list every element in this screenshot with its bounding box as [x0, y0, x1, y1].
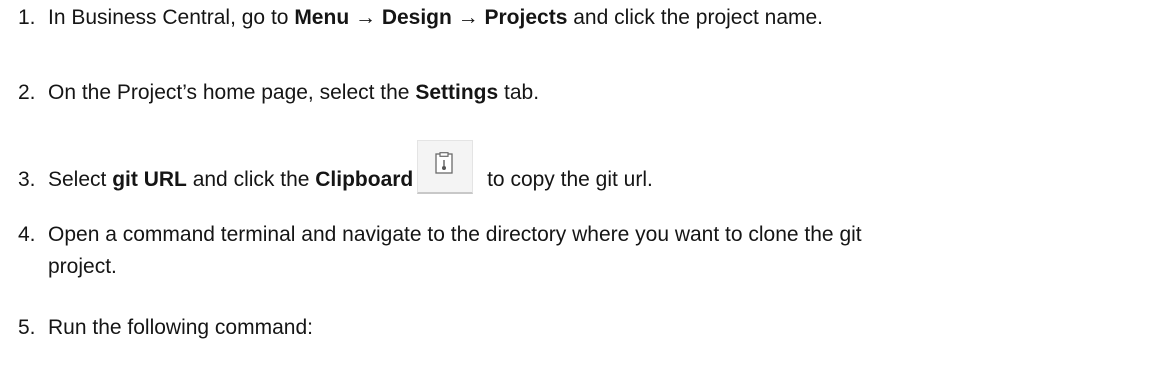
clipboard-button[interactable]: [417, 140, 474, 194]
step-text: Select: [48, 168, 113, 191]
step-2: 2. On the Project’s home page, select the…: [18, 77, 1138, 109]
step-number: 2.: [18, 81, 36, 104]
step-text: In Business Central, go to: [48, 6, 295, 29]
step-number: 5.: [18, 316, 36, 339]
step-text: On the Project’s home page, select the: [48, 81, 416, 104]
step-3: 3. Select git URL and click the Clipboard…: [18, 140, 1138, 196]
arrow-separator: →: [451, 6, 485, 29]
step-text: Open a command terminal and navigate to …: [48, 223, 862, 246]
step-text: Run the following command:: [48, 316, 313, 339]
projects-label: Projects: [484, 6, 568, 29]
step-number: 3.: [18, 168, 36, 191]
settings-label: Settings: [415, 81, 499, 104]
step-4: 4. Open a command terminal and navigate t…: [18, 219, 1138, 283]
step-text: and click the: [186, 168, 316, 191]
arrow-separator: →: [349, 6, 382, 29]
step-number: 4.: [18, 223, 36, 246]
step-text-continuation: project.: [48, 255, 117, 278]
step-number: 1.: [18, 6, 36, 29]
step-5: 5. Run the following command:: [18, 312, 1138, 344]
step-text: tab.: [498, 81, 540, 104]
step-1: 1. In Business Central, go to Menu → Desi…: [18, 2, 1138, 34]
step-text: and click the project name.: [567, 6, 824, 29]
menu-label: Menu: [294, 6, 350, 29]
clipboard-icon: [435, 152, 453, 174]
design-label: Design: [381, 6, 452, 29]
git-url-label: git URL: [112, 168, 187, 191]
step-text: to copy the git url.: [481, 168, 653, 191]
clipboard-label: Clipboard: [315, 168, 414, 191]
